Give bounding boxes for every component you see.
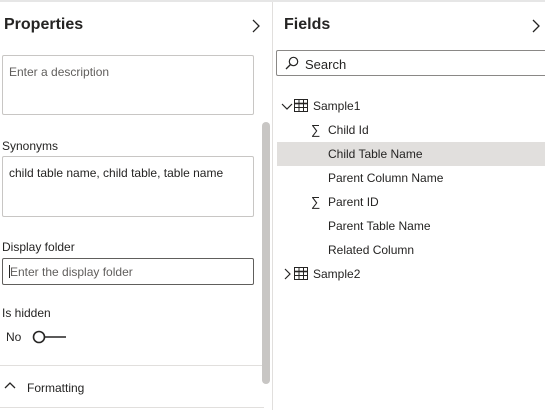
chevron-right-icon[interactable] <box>250 19 262 33</box>
section-divider <box>0 407 264 408</box>
display-folder-input[interactable]: Enter the display folder <box>2 258 254 285</box>
table-name: Sample2 <box>313 267 361 281</box>
chevron-down-icon[interactable] <box>281 100 293 112</box>
field-name: Related Column <box>328 243 415 257</box>
field-item-parent-table-name[interactable]: Parent Table Name <box>277 214 545 238</box>
field-item-related-column[interactable]: Related Column <box>277 238 545 262</box>
fields-title: Fields <box>284 16 331 33</box>
display-folder-placeholder: Enter the display folder <box>10 265 133 279</box>
is-hidden-toggle[interactable] <box>32 329 68 345</box>
search-input[interactable]: Search <box>276 50 545 76</box>
table-node-sample1[interactable]: Sample1 <box>277 94 545 118</box>
chevron-up-icon[interactable] <box>4 380 16 390</box>
table-icon <box>294 267 308 280</box>
synonyms-label: Synonyms <box>2 139 59 153</box>
description-textarea[interactable]: Enter a description <box>2 55 254 115</box>
field-item-parent-id[interactable]: ∑ Parent ID <box>277 190 545 214</box>
chevron-right-icon[interactable] <box>281 268 293 280</box>
search-placeholder: Search <box>305 57 347 72</box>
field-name: Child Table Name <box>328 147 423 161</box>
formatting-section-header[interactable]: Formatting <box>27 381 84 395</box>
chevron-right-icon[interactable] <box>530 19 542 33</box>
properties-pane: Properties Enter a description Synonyms … <box>0 2 272 410</box>
field-name: Parent Column Name <box>328 171 444 185</box>
is-hidden-label: Is hidden <box>2 306 51 320</box>
section-divider <box>0 365 264 366</box>
table-icon <box>294 99 308 112</box>
field-name: Parent Table Name <box>328 219 431 233</box>
search-icon <box>285 56 299 70</box>
sigma-icon: ∑ <box>311 194 321 209</box>
properties-title: Properties <box>4 16 84 33</box>
table-name: Sample1 <box>313 99 361 113</box>
field-name: Child Id <box>328 123 369 137</box>
fields-pane: Fields Search Sample1 ∑ Child Id Child T… <box>273 2 545 410</box>
field-name: Parent ID <box>328 195 379 209</box>
field-item-child-table-name[interactable]: Child Table Name <box>277 142 545 166</box>
display-folder-label: Display folder <box>2 240 75 254</box>
properties-scrollbar[interactable] <box>262 122 270 384</box>
field-item-parent-column-name[interactable]: Parent Column Name <box>277 166 545 190</box>
synonyms-textarea[interactable]: child table name, child table, table nam… <box>2 156 254 217</box>
sigma-icon: ∑ <box>311 122 321 137</box>
field-item-child-id[interactable]: ∑ Child Id <box>277 118 545 142</box>
table-node-sample2[interactable]: Sample2 <box>277 262 545 286</box>
is-hidden-value: No <box>6 330 22 344</box>
